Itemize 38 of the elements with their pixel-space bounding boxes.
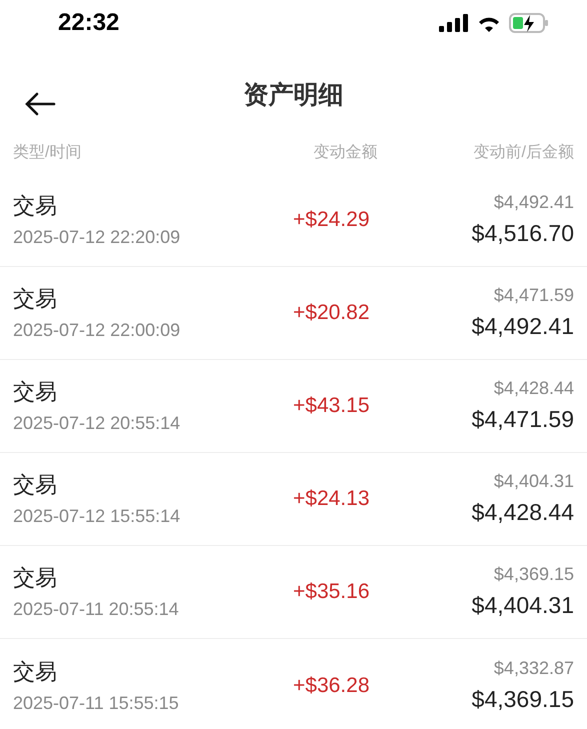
signal-icon (439, 14, 469, 32)
change-amount: +$43.15 (293, 393, 370, 420)
balance-after: $4,492.41 (472, 312, 574, 342)
back-arrow-icon (24, 92, 56, 116)
balance-before: $4,404.31 (494, 470, 574, 494)
change-amount: +$20.82 (293, 300, 370, 326)
transaction-time: 2025-07-12 22:20:09 (13, 226, 182, 249)
transaction-type: 交易 (13, 192, 58, 220)
transaction-type: 交易 (13, 658, 58, 686)
transaction-time: 2025-07-11 15:55:15 (13, 692, 180, 714)
balance-before: $4,332.87 (494, 656, 574, 680)
balance-after: $4,369.15 (472, 684, 574, 714)
status-time: 22:32 (58, 8, 120, 38)
balance-before: $4,471.59 (494, 284, 574, 308)
transaction-time: 2025-07-11 20:55:14 (13, 598, 180, 621)
balance-after: $4,428.44 (472, 498, 574, 528)
balance-before: $4,492.41 (494, 191, 574, 214)
change-amount: +$35.16 (293, 579, 370, 606)
balance-before: $4,428.44 (494, 377, 574, 400)
transaction-time: 2025-07-12 20:55:14 (13, 412, 182, 435)
transaction-time: 2025-07-12 15:55:14 (13, 505, 182, 528)
battery-charging-icon (509, 13, 549, 33)
transaction-type: 交易 (13, 285, 58, 313)
transaction-type: 交易 (13, 471, 58, 499)
change-amount: +$24.13 (293, 486, 370, 512)
transaction-time: 2025-07-12 22:00:09 (13, 319, 182, 342)
balance-after: $4,471.59 (472, 405, 574, 434)
column-header: 变动前/后金额 (474, 142, 574, 163)
change-amount: +$24.29 (293, 207, 370, 234)
page-title: 资产明细 (244, 80, 344, 112)
transaction-type: 交易 (13, 564, 58, 592)
change-amount: +$36.28 (293, 672, 370, 699)
column-header: 变动金额 (314, 142, 378, 163)
balance-before: $4,369.15 (494, 563, 574, 586)
balance-after: $4,404.31 (472, 591, 574, 620)
transaction-type: 交易 (13, 378, 58, 406)
column-header: 类型/时间 (13, 142, 82, 163)
balance-after: $4,516.70 (472, 219, 574, 248)
